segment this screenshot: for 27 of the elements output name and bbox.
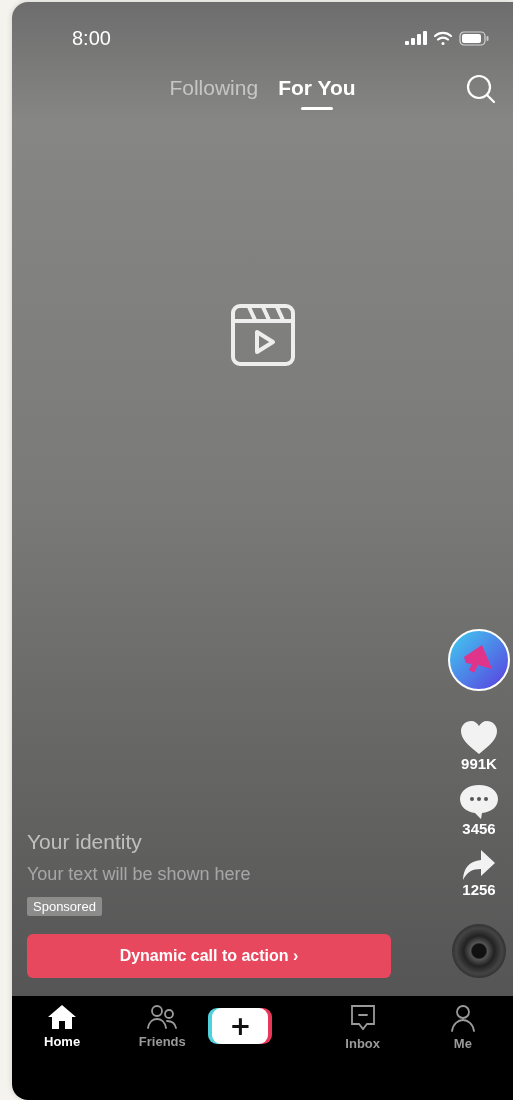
nav-item[interactable]: Friends [112,1004,213,1049]
person-icon [449,1004,476,1032]
avatar[interactable] [448,629,510,691]
call-to-action-button[interactable]: Dynamic call to action › [27,934,391,978]
action-count: 991K [461,755,497,772]
inbox-icon [349,1004,376,1032]
nav-item[interactable]: Inbox [312,1004,413,1051]
feed-tab[interactable]: For You [268,76,366,110]
home-icon [47,1004,78,1030]
search-icon[interactable] [466,74,496,104]
friends-icon [147,1004,178,1030]
share-icon[interactable] [462,849,496,881]
nav-item[interactable]: Me [412,1004,513,1051]
battery-icon [459,30,489,46]
heart-icon[interactable] [460,721,498,755]
music-disc[interactable] [452,924,506,978]
status-time: 8:00 [72,26,111,50]
account-name: Your identity [27,830,142,854]
wifi-icon [433,30,453,46]
action-count: 1256 [462,881,496,898]
sponsored-label: Sponsored [27,897,102,916]
post-caption: Your text will be shown here [27,864,251,885]
nav-item[interactable]: Home [12,1004,113,1049]
video-clip-icon [230,303,295,366]
action-count: 3456 [462,820,496,837]
signal-icon [405,31,427,45]
comment-icon[interactable] [459,784,499,820]
